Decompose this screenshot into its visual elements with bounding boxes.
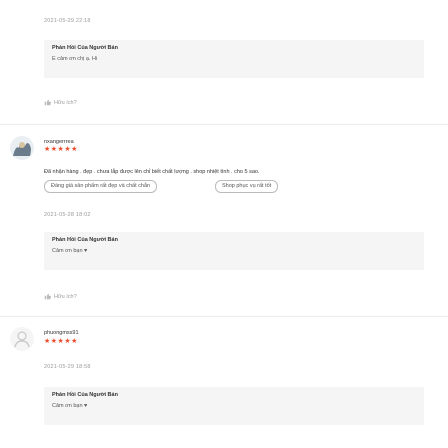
helpful-button[interactable]: Hữu ích? bbox=[44, 99, 77, 106]
avatar-image bbox=[10, 136, 34, 160]
seller-reply: Phản Hồi Của Người Bán Cảm ơn bạn ♥ bbox=[44, 387, 424, 425]
divider bbox=[0, 316, 448, 317]
reviewer-username[interactable]: phuongmss91 bbox=[44, 330, 79, 336]
user-silhouette-icon bbox=[14, 331, 30, 348]
seller-reply-title: Phản Hồi Của Người Bán bbox=[52, 392, 118, 398]
helpful-label: Hữu ích? bbox=[54, 99, 77, 106]
avatar[interactable] bbox=[10, 136, 34, 160]
thumb-up-icon bbox=[44, 293, 51, 300]
review-timestamp: 2021-05-29 18:58 bbox=[44, 364, 91, 370]
thumb-up-icon bbox=[44, 99, 51, 106]
rating-stars: ★★★★★ bbox=[44, 338, 78, 345]
seller-reply-text: E cảm ơn chị ạ. Hi bbox=[52, 56, 98, 62]
seller-reply: Phản Hồi Của Người Bán E cảm ơn chị ạ. H… bbox=[44, 40, 424, 78]
helpful-label: Hữu ích? bbox=[54, 293, 77, 300]
review-timestamp: 2021-05-28 18:02 bbox=[44, 212, 91, 218]
seller-reply-title: Phản Hồi Của Người Bán bbox=[52, 237, 118, 243]
review-timestamp: 2021-05-29 22:18 bbox=[44, 18, 91, 24]
avatar[interactable] bbox=[10, 327, 34, 351]
divider bbox=[0, 124, 448, 125]
seller-reply-text: Cảm ơn bạn ♥ bbox=[52, 403, 88, 409]
seller-reply: Phản Hồi Của Người Bán Cảm ơn bạn ♥ bbox=[44, 232, 424, 270]
review-tag: Shop phục vụ rất tốt bbox=[215, 180, 279, 193]
reviewer-username[interactable]: nxangerrrea bbox=[44, 139, 74, 145]
seller-reply-text: Cảm ơn bạn ♥ bbox=[52, 248, 88, 254]
rating-stars: ★★★★★ bbox=[44, 146, 78, 153]
review-comment: Đã nhận hàng . đẹp . chưa lắp được lên c… bbox=[44, 169, 260, 175]
helpful-button[interactable]: Hữu ích? bbox=[44, 293, 77, 300]
seller-reply-title: Phản Hồi Của Người Bán bbox=[52, 45, 118, 51]
review-tag: Đáng giá sản phẩm rất đẹp và chất chắn bbox=[44, 180, 158, 193]
